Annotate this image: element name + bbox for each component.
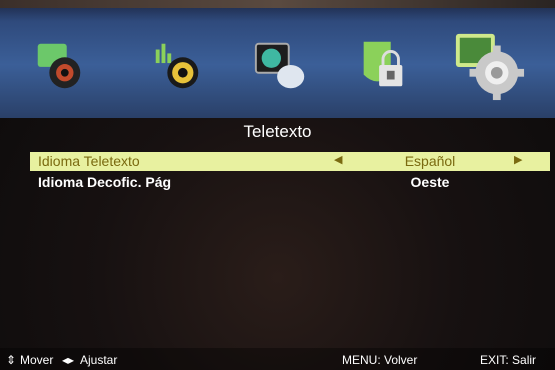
- footer-hints: ⇕ Mover ◂▸ Ajustar MENU: Volver EXIT: Sa…: [0, 348, 555, 370]
- row-value: Oeste: [410, 174, 450, 190]
- lock-icon[interactable]: [354, 36, 412, 94]
- menu-hint: MENU: Volver: [342, 353, 418, 367]
- adjust-hint: Ajustar: [80, 353, 118, 367]
- setup-icon[interactable]: [452, 28, 526, 102]
- menu-icons: [0, 18, 555, 110]
- tv-frame: [0, 0, 555, 8]
- menu-row-idioma-teletexto[interactable]: Idioma Teletexto ◀ Español ▶: [30, 152, 550, 171]
- row-label: Idioma Teletexto: [38, 153, 140, 169]
- row-value: Español: [404, 153, 456, 169]
- updown-icon: ⇕: [6, 353, 17, 367]
- sound-icon[interactable]: [148, 36, 206, 94]
- move-hint: Mover: [20, 353, 54, 367]
- arrow-left-icon[interactable]: ◀: [334, 153, 342, 166]
- tv-osd-screen: Teletexto Idioma Teletexto ◀ Español ▶ I…: [0, 0, 555, 370]
- panel-title: Teletexto: [243, 122, 312, 141]
- channel-icon[interactable]: [252, 36, 310, 94]
- picture-icon[interactable]: [30, 36, 88, 94]
- leftright-icon: ◂▸: [62, 353, 75, 367]
- exit-hint: EXIT: Salir: [480, 353, 537, 367]
- row-label: Idioma Decofic. Pág: [38, 174, 172, 190]
- menu-row-idioma-decofic[interactable]: Idioma Decofic. Pág Oeste: [30, 173, 550, 192]
- arrow-right-icon[interactable]: ▶: [514, 153, 522, 166]
